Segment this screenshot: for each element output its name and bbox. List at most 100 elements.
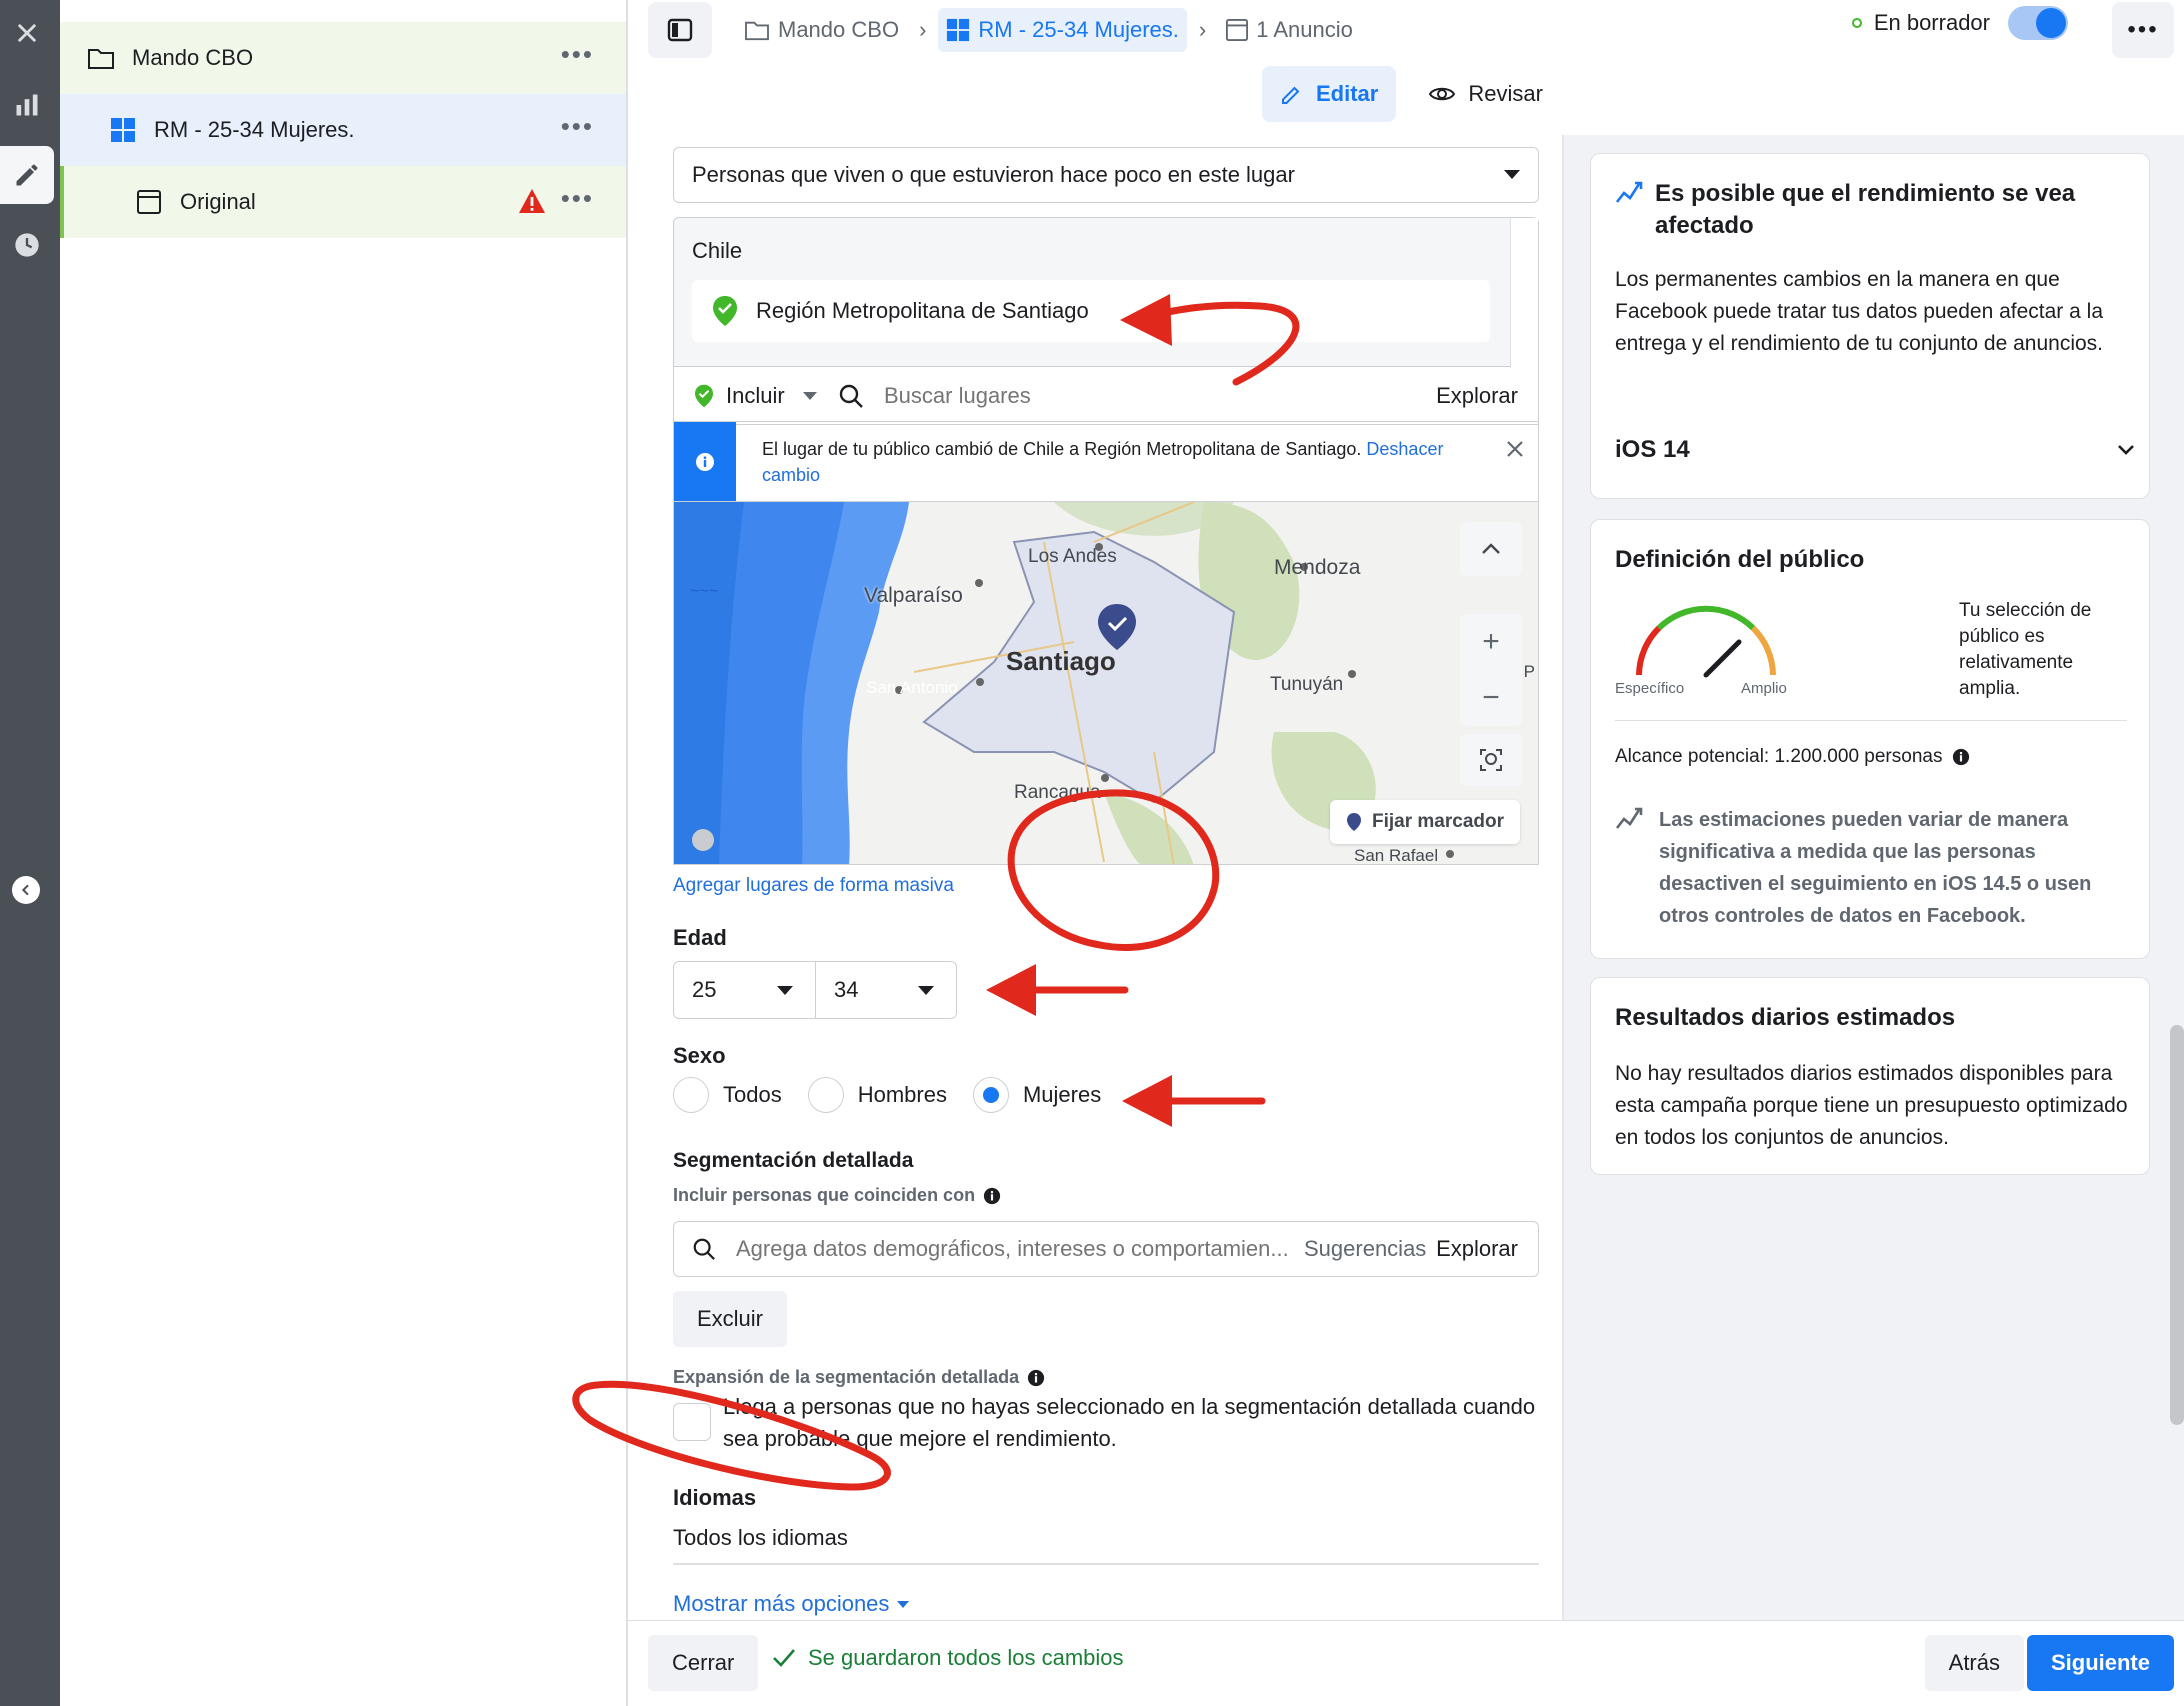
divider bbox=[673, 1563, 1539, 1565]
map-label-rancagua: Rancagua bbox=[1014, 782, 1101, 803]
include-label: Incluir bbox=[726, 382, 785, 408]
caret-down-icon bbox=[918, 986, 934, 995]
close-button[interactable] bbox=[0, 4, 54, 62]
more-icon[interactable]: ••• bbox=[561, 185, 594, 211]
ios-section-toggle[interactable]: iOS 14 bbox=[1615, 430, 2135, 470]
pin-marker-button[interactable]: Fijar marcador bbox=[1330, 800, 1520, 844]
include-dropdown[interactable]: Incluir bbox=[674, 383, 838, 409]
back-button[interactable]: Atrás bbox=[1924, 1635, 2024, 1691]
trend-icon bbox=[1615, 181, 1643, 203]
ad-icon bbox=[1226, 19, 1249, 41]
svg-text:~~~: ~~~ bbox=[690, 583, 718, 600]
caret-down-icon bbox=[1504, 170, 1520, 179]
radio-button[interactable] bbox=[673, 1077, 709, 1113]
crumb-label: Mando CBO bbox=[778, 17, 900, 42]
audience-gauge bbox=[1636, 605, 1776, 678]
gauge-description: Tu selección de público es relativamente… bbox=[1959, 600, 2092, 699]
more-options-link[interactable]: Mostrar más opciones bbox=[673, 1591, 910, 1617]
zoom-out-button[interactable]: − bbox=[1482, 670, 1500, 726]
mode-label: Editar bbox=[1316, 81, 1379, 106]
active-toggle[interactable] bbox=[2008, 6, 2068, 40]
gender-option-men[interactable]: Hombres bbox=[807, 1077, 947, 1113]
expansion-title: Expansión de la segmentación detallada bbox=[673, 1367, 1020, 1387]
suggestions-button[interactable]: Sugerencias bbox=[1304, 1236, 1426, 1262]
gender-options: Todos Hombres Mujeres bbox=[673, 1077, 1127, 1113]
reports-button[interactable] bbox=[0, 76, 54, 134]
chevron-right-icon: › bbox=[1198, 17, 1207, 42]
more-icon[interactable]: ••• bbox=[561, 113, 594, 139]
info-icon[interactable] bbox=[1952, 748, 1970, 766]
toggle-panel-button[interactable] bbox=[648, 2, 712, 58]
search-icon bbox=[693, 1238, 715, 1260]
tree-item-campaign[interactable]: Mando CBO ••• bbox=[60, 22, 626, 94]
daily-card-body: No hay resultados diarios estimados disp… bbox=[1615, 1062, 2128, 1149]
tree-item-ad[interactable]: Original ••• bbox=[60, 166, 626, 238]
locate-button[interactable] bbox=[1460, 734, 1522, 786]
estimate-note: Las estimaciones pueden variar de manera… bbox=[1659, 809, 2092, 927]
location-search-input[interactable] bbox=[884, 382, 1384, 409]
explore-button[interactable]: Explorar bbox=[1436, 383, 1518, 409]
languages-label: Idiomas bbox=[673, 1485, 757, 1510]
gender-option-label: Hombres bbox=[857, 1082, 947, 1107]
gauge-right-label: Amplio bbox=[1741, 680, 1787, 697]
ios-card-body: Los permanentes cambios en la manera en … bbox=[1615, 268, 2103, 355]
collapse-button[interactable] bbox=[12, 876, 40, 904]
history-button[interactable] bbox=[0, 216, 54, 274]
gauge-left-label: Específico bbox=[1615, 680, 1685, 697]
detailed-targeting-label: Segmentación detallada bbox=[673, 1149, 914, 1172]
more-icon[interactable]: ••• bbox=[561, 41, 594, 67]
tree-item-adset[interactable]: RM - 25-34 Mujeres. ••• bbox=[60, 94, 626, 166]
location-type-select[interactable]: Personas que viven o que estuvieron hace… bbox=[673, 147, 1539, 203]
info-icon[interactable] bbox=[983, 1187, 1001, 1205]
crumb-ad[interactable]: 1 Anuncio bbox=[1218, 8, 1361, 52]
radio-button[interactable] bbox=[807, 1077, 844, 1113]
grid-icon bbox=[108, 115, 138, 145]
languages-value[interactable]: Todos los idiomas bbox=[673, 1525, 848, 1551]
edit-mode-button[interactable] bbox=[0, 146, 54, 204]
explore-button[interactable]: Explorar bbox=[1436, 1236, 1518, 1262]
age-max-select[interactable]: 34 bbox=[815, 962, 956, 1018]
crumb-label: 1 Anuncio bbox=[1256, 17, 1353, 42]
exclude-button[interactable]: Excluir bbox=[673, 1291, 788, 1347]
location-change-notice: El lugar de tu público cambió de Chile a… bbox=[673, 421, 1539, 503]
bulk-locations-link[interactable]: Agregar lugares de forma masiva bbox=[673, 875, 954, 897]
gender-label: Sexo bbox=[673, 1043, 726, 1068]
status-dot bbox=[1851, 18, 1862, 28]
radio-button-selected[interactable] bbox=[972, 1077, 1009, 1113]
sidebar-icon bbox=[667, 18, 693, 42]
expansion-checkbox[interactable] bbox=[673, 1403, 711, 1441]
detailed-search-field[interactable] bbox=[736, 1236, 1296, 1262]
pencil-icon bbox=[1282, 86, 1300, 104]
page-scrollbar[interactable] bbox=[2170, 1025, 2184, 1425]
locate-icon bbox=[1480, 749, 1502, 771]
trend-icon bbox=[1615, 807, 1643, 829]
age-min-select[interactable]: 25 bbox=[674, 962, 815, 1018]
info-icon[interactable] bbox=[1027, 1369, 1045, 1387]
ad-icon bbox=[134, 187, 164, 217]
gender-option-all[interactable]: Todos bbox=[673, 1077, 782, 1113]
tree-item-label: RM - 25-34 Mujeres. bbox=[154, 117, 355, 142]
more-options-button[interactable]: ••• bbox=[2112, 2, 2174, 58]
age-label: Edad bbox=[673, 925, 727, 950]
crumb-adset[interactable]: RM - 25-34 Mujeres. bbox=[938, 8, 1187, 52]
close-form-button[interactable]: Cerrar bbox=[648, 1635, 759, 1691]
ios-card-title: Es posible que el rendimiento se vea afe… bbox=[1655, 180, 2076, 239]
edit-mode-tab[interactable]: Editar bbox=[1262, 66, 1397, 122]
zoom-in-button[interactable]: + bbox=[1482, 614, 1500, 670]
map-collapse-button[interactable] bbox=[1460, 522, 1522, 576]
location-item[interactable]: Región Metropolitana de Santiago bbox=[692, 280, 1490, 342]
next-button[interactable]: Siguiente bbox=[2026, 1635, 2174, 1691]
crumb-campaign[interactable]: Mando CBO bbox=[736, 8, 907, 52]
close-notice-button[interactable] bbox=[1506, 440, 1524, 463]
map-label-san-antonio: San Antonio bbox=[866, 678, 958, 697]
status-indicator: En borrador bbox=[1851, 6, 2068, 40]
review-mode-tab[interactable]: Revisar bbox=[1410, 66, 1561, 122]
expansion-text: Llega a personas que no hayas selecciona… bbox=[723, 1394, 1536, 1451]
location-list: Chile Región Metropolitana de Santiago bbox=[673, 217, 1539, 368]
location-scrollbar[interactable] bbox=[1510, 218, 1538, 368]
gauge-needle bbox=[1703, 639, 1742, 678]
ios-warning-card: Es posible que el rendimiento se vea afe… bbox=[1590, 153, 2150, 499]
location-map[interactable]: ~~~ Los Andes Valparaíso Mendoza Santiag… bbox=[673, 501, 1539, 865]
detailed-targeting-input[interactable]: Sugerencias Explorar bbox=[673, 1221, 1539, 1277]
gender-option-women[interactable]: Mujeres bbox=[972, 1077, 1101, 1113]
